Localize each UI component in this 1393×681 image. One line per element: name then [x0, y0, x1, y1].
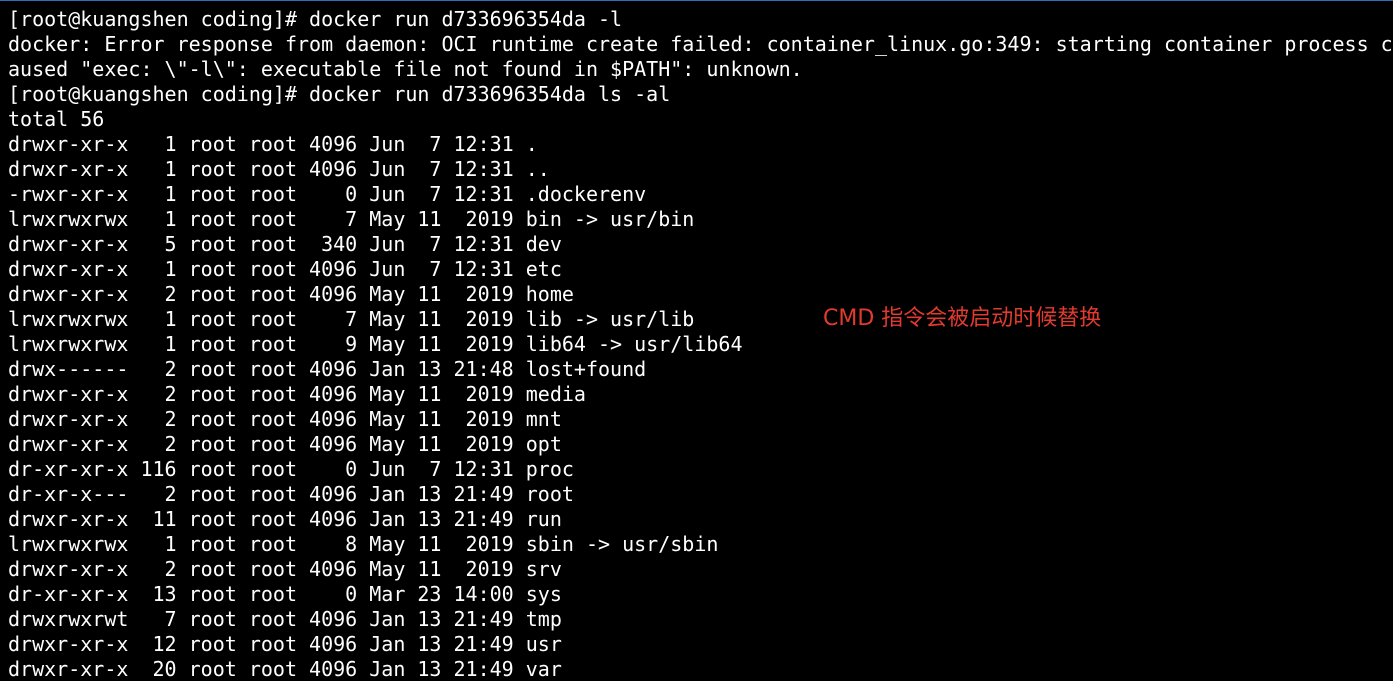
terminal-line: lrwxrwxrwx 1 root root 7 May 11 2019 lib…	[8, 307, 695, 331]
terminal-line: lrwxrwxrwx 1 root root 9 May 11 2019 lib…	[8, 332, 743, 356]
terminal-line: drwxr-xr-x 2 root root 4096 May 11 2019 …	[8, 382, 586, 406]
terminal-line: lrwxrwxrwx 1 root root 7 May 11 2019 bin…	[8, 207, 695, 231]
terminal-line: [root@kuangshen coding]# docker run d733…	[8, 7, 623, 31]
terminal-line: drwxr-xr-x 1 root root 4096 Jun 7 12:31 …	[8, 257, 562, 281]
terminal-line: dr-xr-x--- 2 root root 4096 Jan 13 21:49…	[8, 482, 574, 506]
terminal-line: dr-xr-xr-x 13 root root 0 Mar 23 14:00 s…	[8, 582, 562, 606]
terminal-line: drwxr-xr-x 2 root root 4096 May 11 2019 …	[8, 282, 574, 306]
terminal-line: drwxr-xr-x 11 root root 4096 Jan 13 21:4…	[8, 507, 562, 531]
terminal-line: drwxr-xr-x 2 root root 4096 May 11 2019 …	[8, 557, 562, 581]
terminal-window[interactable]: [root@kuangshen coding]# docker run d733…	[0, 0, 1393, 681]
terminal-line: drwxr-xr-x 5 root root 340 Jun 7 12:31 d…	[8, 232, 562, 256]
terminal-line: drwxr-xr-x 1 root root 4096 Jun 7 12:31 …	[8, 157, 550, 181]
terminal-output: [root@kuangshen coding]# docker run d733…	[8, 7, 1393, 681]
terminal-line: drwxrwxrwt 7 root root 4096 Jan 13 21:49…	[8, 607, 562, 631]
terminal-line: drwxr-xr-x 20 root root 4096 Jan 13 21:4…	[8, 657, 562, 681]
terminal-line: drwxr-xr-x 2 root root 4096 May 11 2019 …	[8, 407, 562, 431]
terminal-line: drwxr-xr-x 2 root root 4096 May 11 2019 …	[8, 432, 562, 456]
terminal-line: lrwxrwxrwx 1 root root 8 May 11 2019 sbi…	[8, 532, 719, 556]
terminal-line: aused "exec: \"-l\": executable file not…	[8, 57, 803, 81]
terminal-line: drwxr-xr-x 1 root root 4096 Jun 7 12:31 …	[8, 132, 538, 156]
terminal-line: total 56	[8, 107, 105, 131]
terminal-line: [root@kuangshen coding]# docker run d733…	[8, 82, 671, 106]
terminal-line: drwx------ 2 root root 4096 Jan 13 21:48…	[8, 357, 647, 381]
terminal-line: -rwxr-xr-x 1 root root 0 Jun 7 12:31 .do…	[8, 182, 647, 206]
terminal-line: docker: Error response from daemon: OCI …	[8, 32, 1393, 56]
terminal-line: dr-xr-xr-x 116 root root 0 Jun 7 12:31 p…	[8, 457, 574, 481]
terminal-line: drwxr-xr-x 12 root root 4096 Jan 13 21:4…	[8, 632, 562, 656]
annotation-note: CMD 指令会被启动时候替换	[823, 306, 1102, 331]
